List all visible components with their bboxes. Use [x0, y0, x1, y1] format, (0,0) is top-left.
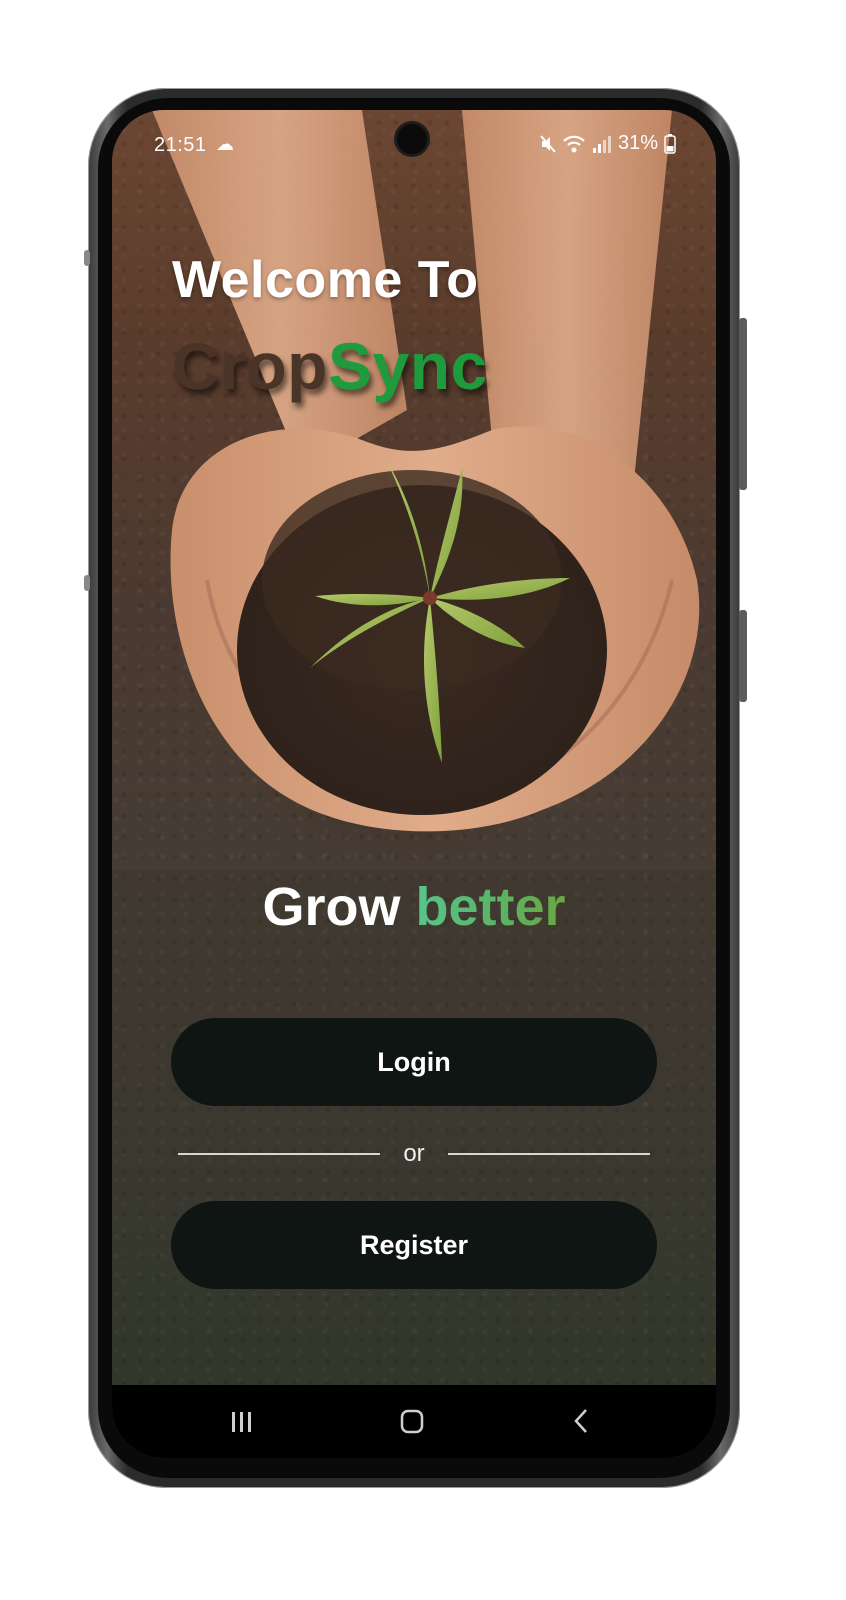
- recents-button[interactable]: [212, 1401, 272, 1441]
- brand-crop: Crop: [172, 329, 328, 403]
- tagline: Grow better: [112, 876, 716, 938]
- mute-icon: [540, 134, 556, 153]
- welcome-heading: Welcome To: [172, 251, 479, 309]
- brand-sync: Sync: [327, 329, 488, 403]
- status-time: 21:51: [154, 134, 207, 156]
- tagline-grow: Grow: [262, 877, 401, 937]
- battery-percent: 31%: [617, 132, 658, 154]
- system-nav-bar: [112, 1385, 716, 1458]
- app-logo-text: CropSync: [172, 328, 488, 404]
- status-icons: 31%: [540, 132, 676, 155]
- power-button: [739, 318, 747, 490]
- frame-notch: [84, 250, 90, 266]
- weather-cloud-icon: ☁: [216, 134, 234, 154]
- front-camera: [397, 124, 427, 154]
- signal-icon: [592, 135, 611, 153]
- or-divider: or: [178, 1136, 650, 1172]
- tagline-better: better: [415, 877, 566, 937]
- login-button[interactable]: Login: [171, 1018, 657, 1106]
- register-button[interactable]: Register: [171, 1201, 657, 1289]
- divider-line-right: [448, 1153, 650, 1155]
- back-icon: [574, 1409, 587, 1433]
- back-button[interactable]: [552, 1401, 612, 1441]
- app-screen: 21:51 ☁ 31% Welcome To CropSync Grow bet…: [112, 110, 716, 1458]
- home-button[interactable]: [382, 1401, 442, 1441]
- wifi-icon: [563, 135, 585, 152]
- battery-icon: [664, 133, 676, 154]
- home-icon: [400, 1409, 424, 1434]
- recents-icon: [232, 1412, 251, 1432]
- volume-button: [739, 610, 747, 702]
- frame-notch: [84, 575, 90, 591]
